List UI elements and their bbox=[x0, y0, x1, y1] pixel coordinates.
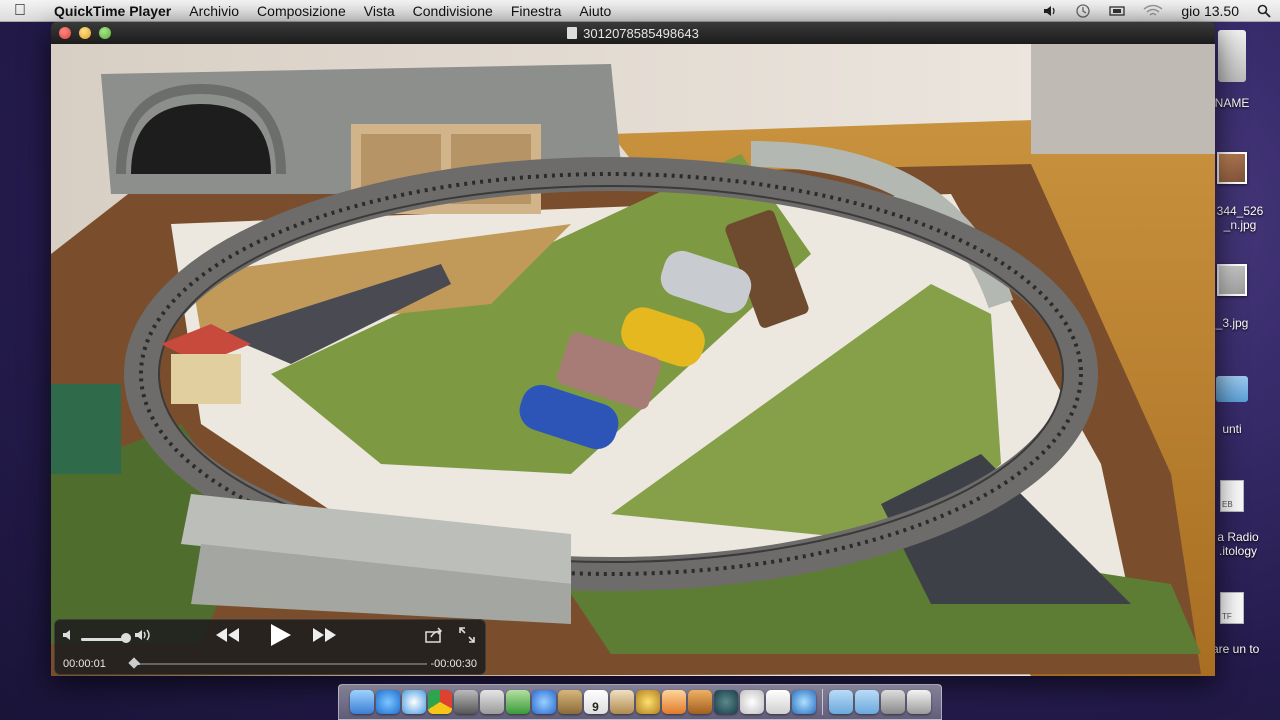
document-icon: EB bbox=[1220, 480, 1244, 512]
window-titlebar[interactable]: 3012078585498643 bbox=[51, 22, 1215, 44]
fullscreen-icon[interactable] bbox=[459, 627, 475, 648]
folder-icon bbox=[1216, 376, 1248, 402]
timeline-scrubber[interactable] bbox=[131, 663, 427, 665]
hard-disk-icon bbox=[1218, 30, 1246, 82]
zoom-button[interactable] bbox=[99, 27, 111, 39]
desktop-item-label: 344_526 _n.jpg bbox=[1216, 204, 1264, 232]
textedit-icon[interactable] bbox=[765, 690, 790, 714]
quicktime-window: 3012078585498643 00:00:01 -00:00:30 bbox=[51, 22, 1215, 676]
menu-condivisione[interactable]: Condivisione bbox=[404, 3, 502, 19]
downloads-icon[interactable] bbox=[880, 690, 905, 714]
menu-aiuto[interactable]: Aiuto bbox=[570, 3, 620, 19]
display-mirroring-icon[interactable] bbox=[1100, 5, 1134, 17]
volume-mute-icon[interactable] bbox=[63, 628, 75, 647]
minimize-button[interactable] bbox=[79, 27, 91, 39]
garageband-icon[interactable] bbox=[687, 690, 712, 714]
imovie-icon[interactable] bbox=[635, 690, 660, 714]
itunes-icon[interactable] bbox=[531, 690, 556, 714]
menu-finestra[interactable]: Finestra bbox=[502, 3, 571, 19]
wifi-icon[interactable] bbox=[1134, 4, 1172, 18]
dock: 9 bbox=[338, 684, 942, 720]
time-elapsed: 00:00:01 bbox=[63, 658, 106, 670]
menu-clock[interactable]: gio 13.50 bbox=[1172, 3, 1248, 19]
rewind-button[interactable] bbox=[213, 625, 241, 650]
safari-icon[interactable] bbox=[401, 690, 426, 714]
facetime-icon[interactable] bbox=[505, 690, 530, 714]
share-icon[interactable] bbox=[425, 627, 443, 648]
timeline-playhead[interactable] bbox=[128, 657, 140, 669]
time-machine-icon[interactable] bbox=[1066, 3, 1100, 19]
video-frame[interactable] bbox=[51, 44, 1215, 676]
menu-vista[interactable]: Vista bbox=[355, 3, 404, 19]
preview-icon[interactable] bbox=[609, 690, 634, 714]
spotlight-search-icon[interactable] bbox=[1248, 4, 1280, 18]
iphoto-icon[interactable] bbox=[661, 690, 686, 714]
menu-app-name[interactable]: QuickTime Player bbox=[40, 3, 180, 19]
volume-icon[interactable] bbox=[1034, 4, 1066, 18]
document-proxy-icon[interactable] bbox=[567, 27, 578, 39]
game-icon[interactable] bbox=[739, 690, 764, 714]
trash-icon[interactable] bbox=[906, 690, 931, 714]
playback-controller: 00:00:01 -00:00:30 bbox=[54, 619, 486, 675]
fast-forward-button[interactable] bbox=[311, 625, 339, 650]
menu-archivio[interactable]: Archivio bbox=[180, 3, 248, 19]
finder-icon[interactable] bbox=[349, 690, 374, 714]
close-button[interactable] bbox=[59, 27, 71, 39]
image-thumbnail-icon bbox=[1217, 152, 1247, 184]
document-icon: TF bbox=[1220, 592, 1244, 624]
calculator-icon[interactable] bbox=[479, 690, 504, 714]
image-thumbnail-icon bbox=[1217, 264, 1247, 296]
contacts-icon[interactable] bbox=[557, 690, 582, 714]
documents-folder-icon[interactable] bbox=[828, 690, 853, 714]
volume-slider[interactable] bbox=[81, 638, 125, 641]
menu-composizione[interactable]: Composizione bbox=[248, 3, 355, 19]
calendar-icon[interactable]: 9 bbox=[583, 690, 608, 714]
time-machine-icon[interactable] bbox=[713, 690, 738, 714]
app-store-icon[interactable] bbox=[375, 690, 400, 714]
menu-bar:  QuickTime Player Archivio Composizione… bbox=[0, 0, 1280, 22]
photo-booth-icon[interactable] bbox=[453, 690, 478, 714]
apple-menu-icon[interactable]:  bbox=[0, 2, 40, 20]
chrome-icon[interactable] bbox=[427, 690, 452, 714]
applications-folder-icon[interactable] bbox=[854, 690, 879, 714]
volume-slider-knob[interactable] bbox=[121, 633, 131, 643]
dock-separator bbox=[821, 689, 823, 715]
time-remaining: -00:00:30 bbox=[430, 658, 477, 670]
desktop-item-label: a Radio .itology bbox=[1217, 530, 1259, 558]
volume-max-icon[interactable] bbox=[135, 627, 153, 648]
window-title: 3012078585498643 bbox=[583, 25, 699, 41]
quicktime-icon[interactable] bbox=[791, 690, 816, 714]
play-button[interactable] bbox=[267, 622, 293, 653]
menu-extras: gio 13.50 bbox=[1034, 0, 1280, 22]
